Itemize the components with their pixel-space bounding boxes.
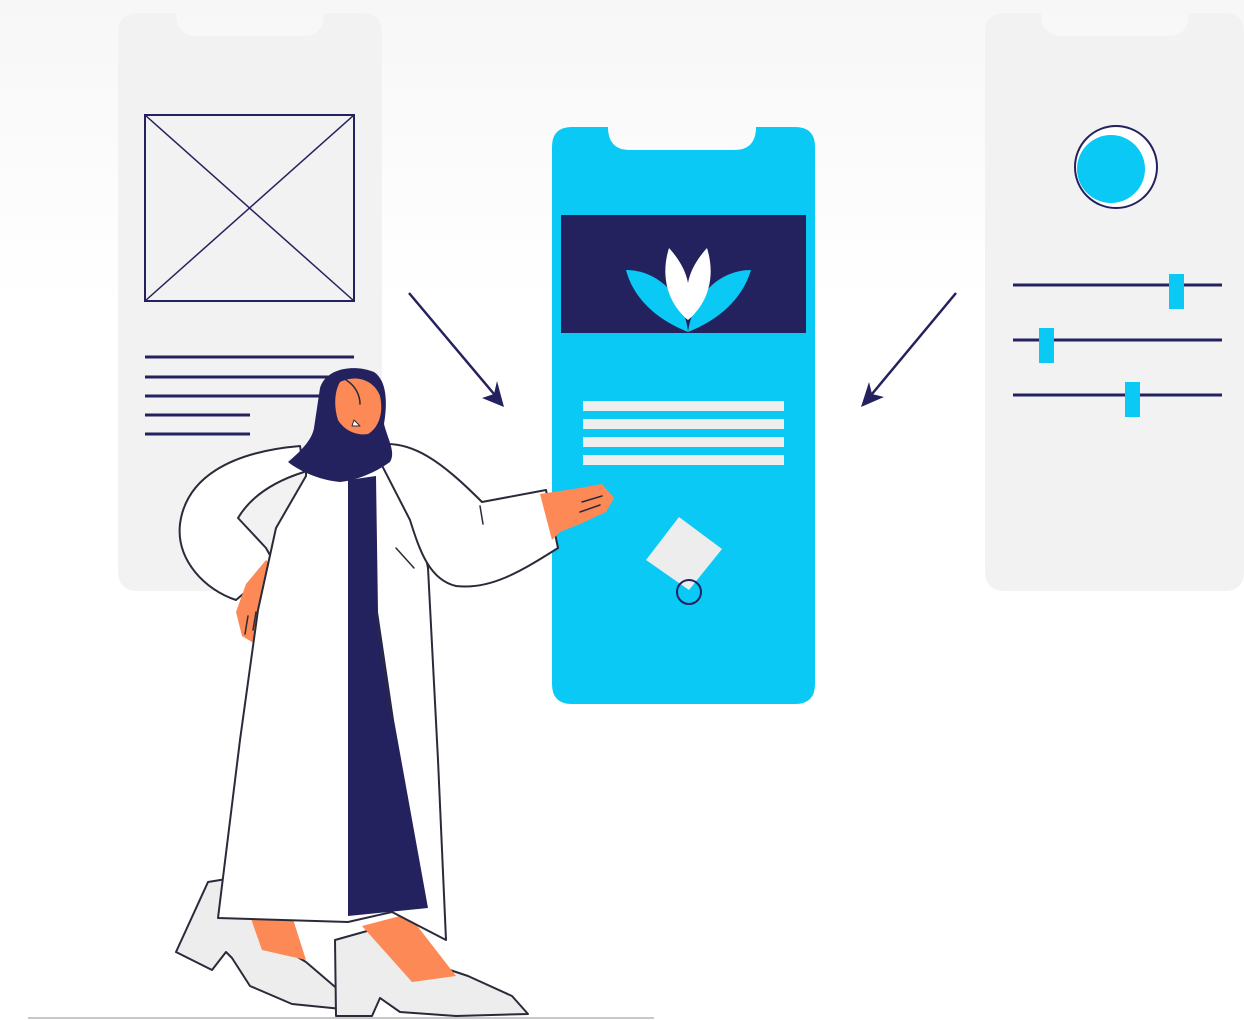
avatar-circle-icon — [1074, 125, 1158, 209]
right-phone-body — [985, 13, 1244, 591]
slider-thumb — [1039, 328, 1054, 363]
slider-thumb — [1125, 382, 1140, 417]
center-phone-body — [552, 127, 815, 704]
illustration — [0, 0, 1244, 1020]
text-line — [583, 437, 784, 447]
text-line — [583, 401, 784, 411]
right-wireframe-phone — [985, 13, 1244, 591]
text-line — [583, 419, 784, 429]
slider-thumb — [1169, 274, 1184, 309]
text-line — [583, 455, 784, 465]
center-app-phone — [552, 127, 815, 704]
